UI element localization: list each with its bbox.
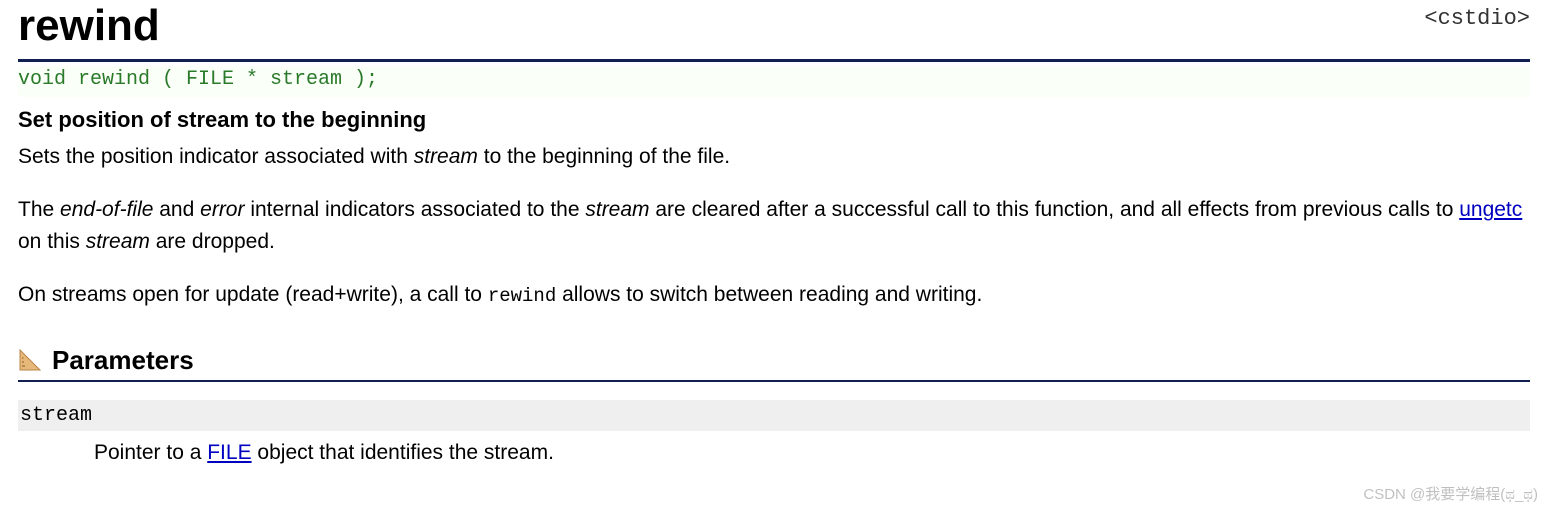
param-ref: stream — [86, 230, 150, 253]
text: object that identifies the stream. — [252, 441, 554, 464]
text: Sets the position indicator associated w… — [18, 145, 414, 168]
parameters-divider — [18, 380, 1530, 382]
header-include-tag: <cstdio> — [1424, 6, 1530, 31]
text: allows to switch between reading and wri… — [556, 283, 982, 306]
text: to the beginning of the file. — [478, 145, 730, 168]
code-rewind: rewind — [488, 285, 556, 307]
link-file[interactable]: FILE — [207, 441, 251, 464]
text: Pointer to a — [94, 441, 207, 464]
link-ungetc[interactable]: ungetc — [1459, 198, 1522, 221]
parameters-heading-row: Parameters — [18, 345, 1530, 376]
text: The — [18, 198, 60, 221]
parameter-name: stream — [18, 400, 1530, 431]
param-ref: stream — [585, 198, 649, 221]
parameters-heading: Parameters — [52, 345, 194, 376]
description-paragraph-2: The end-of-file and error internal indic… — [18, 194, 1530, 257]
parameter-item: stream Pointer to a FILE object that ide… — [18, 400, 1530, 469]
term-end-of-file: end-of-file — [60, 198, 153, 221]
text: internal indicators associated to the — [244, 198, 585, 221]
title-divider — [18, 59, 1530, 62]
function-subtitle: Set position of stream to the beginning — [18, 107, 1530, 133]
text: are dropped. — [150, 230, 275, 253]
term-error: error — [200, 198, 244, 221]
parameter-description: Pointer to a FILE object that identifies… — [94, 437, 1530, 469]
page-title: rewind — [18, 0, 160, 53]
triangle-ruler-icon — [18, 348, 42, 372]
text: on this — [18, 230, 86, 253]
function-signature: void rewind ( FILE * stream ); — [18, 66, 1530, 97]
param-ref: stream — [414, 145, 478, 168]
text: On streams open for update (read+write),… — [18, 283, 488, 306]
text: and — [153, 198, 200, 221]
description-paragraph-3: On streams open for update (read+write),… — [18, 279, 1530, 311]
description-paragraph-1: Sets the position indicator associated w… — [18, 141, 1530, 173]
text: are cleared after a successful call to t… — [650, 198, 1460, 221]
watermark: CSDN @我要学编程(ಥ_ಥ) — [1363, 483, 1538, 504]
